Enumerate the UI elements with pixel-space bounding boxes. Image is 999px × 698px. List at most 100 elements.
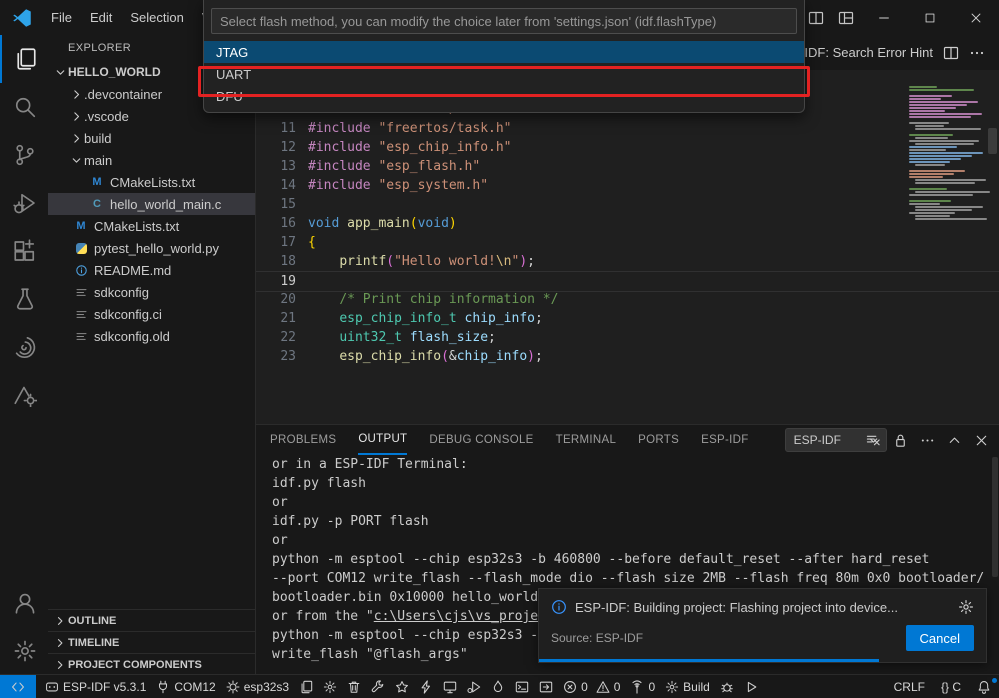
split-editor-layout-icon[interactable] (801, 0, 831, 35)
output-line: idf.py flash (256, 474, 991, 493)
quickpick-item-jtag[interactable]: JTAG (204, 41, 804, 63)
code-text: void app_main(void) (308, 214, 999, 233)
panel-scrollbar[interactable] (992, 457, 998, 577)
status-debug[interactable] (462, 675, 486, 698)
status-eol-indicator[interactable]: CRLF (886, 675, 933, 698)
tree-item-label: HELLO_WORLD (68, 65, 161, 79)
output-path-link[interactable]: c:\Users\cjs\vs_proje (374, 609, 538, 624)
status-language-mode[interactable]: {} C (933, 675, 969, 698)
tree-item-label: build (84, 131, 111, 146)
quickpick-input[interactable]: Select flash method, you can modify the … (211, 8, 797, 34)
status-remote-indicator[interactable] (0, 675, 36, 698)
status-launch[interactable] (739, 675, 763, 698)
status-serial-port[interactable]: COM12 (151, 675, 220, 698)
tree-item-label: README.md (94, 263, 171, 278)
maximize-button[interactable] (907, 0, 953, 35)
section-project-components[interactable]: PROJECT COMPONENTS (48, 653, 255, 675)
menu-selection[interactable]: Selection (121, 6, 192, 29)
menu-file[interactable]: File (42, 6, 81, 29)
section-outline[interactable]: OUTLINE (48, 609, 255, 631)
tree-item-cmakelists-txt[interactable]: MCMakeLists.txt (48, 171, 255, 193)
status-ports-forwarded[interactable]: 0 (625, 675, 660, 698)
close-button[interactable] (953, 0, 999, 35)
status-bug[interactable] (715, 675, 739, 698)
status-cmake-build[interactable]: Build (660, 675, 715, 698)
cancel-button[interactable]: Cancel (906, 625, 974, 651)
status-monitor-device[interactable] (438, 675, 462, 698)
status-notifications-bell[interactable] (969, 675, 999, 698)
activity-extensions-icon[interactable] (0, 227, 48, 275)
customize-layout-icon[interactable] (831, 0, 861, 35)
minimap[interactable] (907, 86, 983, 425)
activity-manage-icon[interactable] (0, 627, 48, 675)
status-full-clean[interactable] (342, 675, 366, 698)
status-flash-method[interactable] (294, 675, 318, 698)
star-icon (395, 680, 409, 694)
close-panel-icon[interactable] (974, 433, 989, 448)
tree-item-cmakelists-txt[interactable]: MCMakeLists.txt (48, 215, 255, 237)
status-build-tools[interactable] (366, 675, 390, 698)
export-icon (539, 680, 553, 694)
minimap-line (909, 170, 965, 172)
code-text: #include "esp_chip_info.h" (308, 138, 999, 157)
quickpick-item-uart[interactable]: UART (204, 63, 804, 85)
activity-explorer-icon[interactable] (0, 35, 48, 83)
activity-run-and-debug-icon[interactable] (0, 179, 48, 227)
tree-item-sdkconfig-ci[interactable]: sdkconfig.ci (48, 303, 255, 325)
quickpick-item-dfu[interactable]: DFU (204, 85, 804, 107)
status-problems[interactable]: 00 (558, 675, 625, 698)
status-build-flash-monitor[interactable] (486, 675, 510, 698)
sidebar-sections: OUTLINETIMELINEPROJECT COMPONENTS (48, 609, 255, 675)
tree-item-pytest-hello-world-py[interactable]: pytest_hello_world.py (48, 237, 255, 259)
trash-icon (347, 680, 361, 694)
tree-item-sdkconfig[interactable]: sdkconfig (48, 281, 255, 303)
status-open-esp-idf[interactable] (534, 675, 558, 698)
status-bar: ESP-IDF v5.3.1COM12esp32s3000BuildCRLF{}… (0, 674, 999, 698)
panel-tab-output[interactable]: OUTPUT (358, 425, 407, 455)
activity-testing-icon[interactable] (0, 275, 48, 323)
lock-scroll-icon[interactable] (893, 433, 908, 448)
activity-esp-idf-explorer-icon[interactable] (0, 323, 48, 371)
notification-settings-gear-icon[interactable] (958, 599, 974, 615)
minimap-line (907, 119, 983, 121)
output-line: python -m esptool --chip esp32s3 -b 4608… (256, 550, 991, 569)
tree-item-hello-world-main-c[interactable]: Chello_world_main.c (48, 193, 255, 215)
panel-tab-terminal[interactable]: TERMINAL (556, 425, 617, 455)
activity-source-control-icon[interactable] (0, 131, 48, 179)
status-idf-terminal[interactable] (510, 675, 534, 698)
panel-tab-debug-console[interactable]: DEBUG CONSOLE (429, 425, 533, 455)
minimap-line (909, 140, 979, 142)
status-custom-task[interactable] (390, 675, 414, 698)
copyfiles-icon (299, 680, 313, 694)
editor-scrollbar[interactable] (988, 128, 997, 154)
section-timeline[interactable]: TIMELINE (48, 631, 255, 653)
status-device-target[interactable]: esp32s3 (221, 675, 294, 698)
status-flash-device[interactable] (414, 675, 438, 698)
panel-tab-esp-idf[interactable]: ESP-IDF (701, 425, 748, 455)
menu-edit[interactable]: Edit (81, 6, 121, 29)
minimap-line (915, 128, 981, 130)
tree-item-build[interactable]: build (48, 127, 255, 149)
minimize-button[interactable] (861, 0, 907, 35)
flash-method-quickpick: Select flash method, you can modify the … (203, 0, 805, 113)
maximize-panel-icon[interactable] (947, 433, 962, 448)
clear-output-icon[interactable] (866, 433, 881, 448)
chevron-right-icon (68, 88, 84, 101)
activity-search-icon[interactable] (0, 83, 48, 131)
notification-badge (992, 678, 997, 683)
panel-tab-problems[interactable]: PROBLEMS (270, 425, 336, 455)
minimap-line (909, 161, 950, 163)
activity-accounts-icon[interactable] (0, 579, 48, 627)
tree-item-sdkconfig-old[interactable]: sdkconfig.old (48, 325, 255, 347)
activity-esp-idf-tools-icon[interactable] (0, 371, 48, 419)
code-editor[interactable]: 23 esp_chip_info(&chip_info);22 uint32_t… (256, 70, 999, 425)
chevron-right-icon (52, 637, 68, 649)
tree-item-readme-md[interactable]: README.md (48, 259, 255, 281)
tree-item-main[interactable]: main (48, 149, 255, 171)
code-line-22: 22 uint32_t flash_size; (256, 328, 999, 347)
panel-tab-ports[interactable]: PORTS (638, 425, 679, 455)
panel-more-actions-icon[interactable] (920, 433, 935, 448)
zap-icon (419, 680, 433, 694)
status-menuconfig[interactable] (318, 675, 342, 698)
status-esp-idf-version[interactable]: ESP-IDF v5.3.1 (40, 675, 151, 698)
